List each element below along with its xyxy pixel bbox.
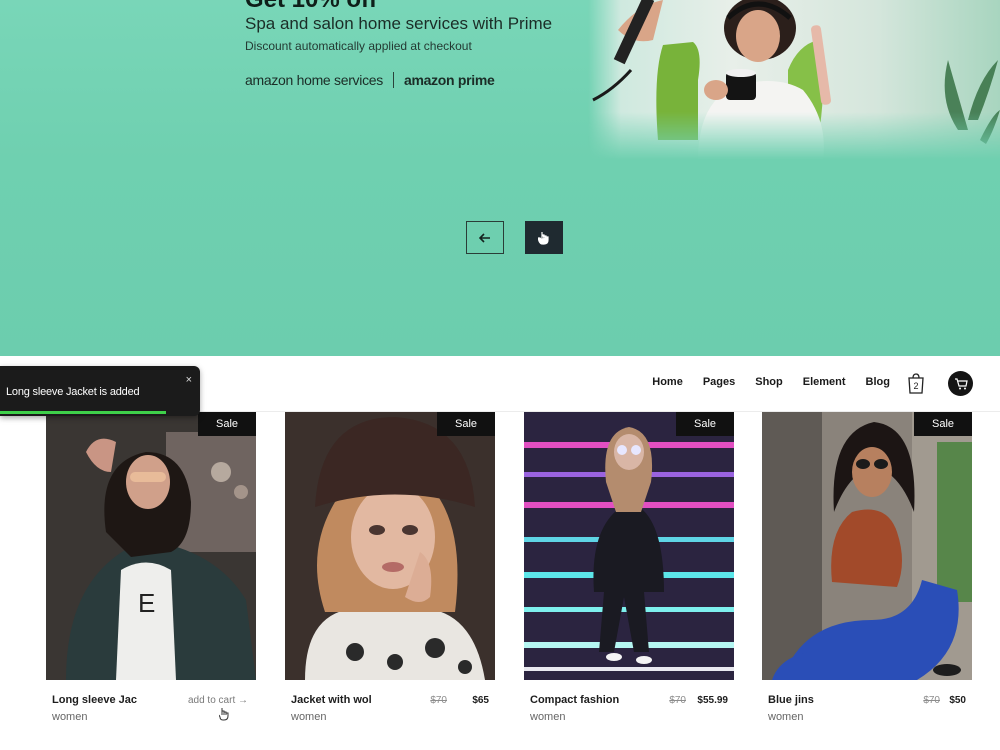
product-image[interactable]: Sale [285, 412, 495, 680]
banner-title: Get 10% off [245, 0, 377, 14]
nav-blog[interactable]: Blog [866, 376, 890, 388]
sale-price: $55.99 [697, 695, 728, 706]
add-to-cart-link[interactable]: add to cart → [188, 695, 248, 706]
product-card[interactable]: E Sale Long sleeve Jac women add to cart… [46, 412, 256, 742]
sale-badge: Sale [198, 412, 256, 436]
promo-banner: Get 10% off Spa and salon home services … [0, 0, 1000, 356]
product-image[interactable]: Sale [762, 412, 972, 680]
cart-toast-notification: Long sleeve Jacket is added × [0, 366, 200, 416]
nav-element[interactable]: Element [803, 376, 846, 388]
product-category[interactable]: women [530, 711, 565, 723]
nav-pages[interactable]: Pages [703, 376, 735, 388]
main-nav: Home Pages Shop Element Blog [632, 376, 890, 388]
banner-note: Discount automatically applied at checko… [245, 39, 472, 53]
sale-price: $50 [949, 695, 966, 706]
product-image[interactable]: Sale [524, 412, 734, 680]
sale-badge: Sale [437, 412, 495, 436]
banner-subtitle: Spa and salon home services with Prime [245, 14, 553, 33]
product-name[interactable]: Blue jins [768, 694, 814, 706]
sale-badge: Sale [914, 412, 972, 436]
product-category[interactable]: women [768, 711, 803, 723]
brand-logos: amazon home services amazon prime [245, 72, 495, 88]
slider-next-button[interactable] [525, 221, 563, 254]
product-category[interactable]: women [52, 711, 87, 723]
cart-icon[interactable] [948, 371, 973, 396]
slider-prev-button[interactable] [466, 221, 504, 254]
product-card[interactable]: Sale Jacket with wol women $70 $65 [285, 412, 495, 742]
product-name[interactable]: Jacket with wol [291, 694, 372, 706]
arrow-left-icon [479, 232, 490, 243]
amazon-prime-logo: amazon prime [403, 72, 495, 88]
original-price: $70 [430, 695, 447, 706]
product-image[interactable]: E Sale [46, 412, 256, 680]
product-name[interactable]: Long sleeve Jac [52, 694, 137, 706]
product-category[interactable]: women [291, 711, 326, 723]
brand-divider [392, 72, 394, 88]
amazon-home-services-logo: amazon home services [245, 72, 383, 88]
original-price: $70 [669, 695, 686, 706]
product-card[interactable]: Sale Blue jins women $70 $50 [762, 412, 972, 742]
svg-text:E: E [138, 588, 155, 618]
toast-progress-bar [0, 411, 166, 414]
nav-home[interactable]: Home [652, 376, 683, 388]
close-icon[interactable]: × [186, 374, 192, 386]
bag-count: 2 [913, 381, 918, 391]
toast-message: Long sleeve Jacket is added [6, 386, 140, 398]
hand-cursor-icon [219, 708, 229, 721]
shopping-bag-icon[interactable]: 2 [906, 372, 926, 394]
original-price: $70 [923, 695, 940, 706]
product-card[interactable]: Sale Compact fashion women $70 $55.99 [524, 412, 734, 742]
sale-badge: Sale [676, 412, 734, 436]
sale-price: $65 [472, 695, 489, 706]
product-name[interactable]: Compact fashion [530, 694, 619, 706]
banner-photo [588, 0, 1000, 160]
hand-pointer-icon [538, 231, 549, 245]
nav-shop[interactable]: Shop [755, 376, 783, 388]
